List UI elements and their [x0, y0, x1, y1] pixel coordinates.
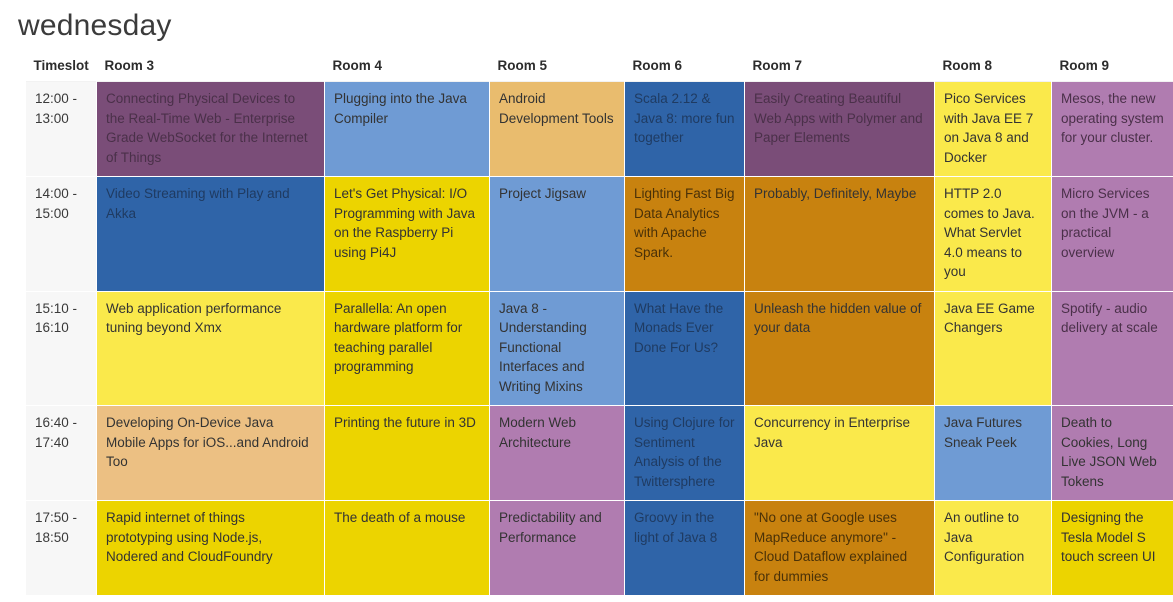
session-title: Predictability and Performance — [499, 510, 602, 545]
session-title: Developing On-Device Java Mobile Apps fo… — [106, 415, 309, 469]
session-title: Death to Cookies, Long Live JSON Web Tok… — [1061, 415, 1157, 489]
session-cell[interactable]: Let's Get Physical: I/O Programming with… — [324, 176, 490, 292]
column-header-room-6: Room 6 — [624, 54, 745, 82]
session-cell[interactable]: What Have the Monads Ever Done For Us? — [624, 290, 745, 406]
session-title: Project Jigsaw — [499, 186, 587, 201]
session-cell[interactable]: Video Streaming with Play and Akka — [96, 176, 325, 292]
session-cell[interactable]: Concurrency in Enterprise Java — [744, 405, 935, 501]
session-title: The death of a mouse — [334, 510, 466, 525]
session-title: Java Futures Sneak Peek — [944, 415, 1023, 450]
session-title: Java 8 - Understanding Functional Interf… — [499, 300, 587, 394]
session-cell[interactable]: Easily Creating Beautiful Web Apps with … — [744, 81, 935, 177]
table-row: 12:00 - 13:00 Connecting Physical Devices… — [25, 81, 1173, 177]
session-title: Spotify - audio delivery at scale — [1061, 300, 1158, 336]
column-header-room-9: Room 9 — [1051, 54, 1173, 82]
column-header-room-8: Room 8 — [934, 54, 1052, 82]
session-cell[interactable]: Using Clojure for Sentiment Analysis of … — [624, 405, 745, 501]
column-header-room-5: Room 5 — [489, 54, 625, 82]
page-title: wednesday — [18, 9, 172, 42]
table-row: 16:40 - 17:40 Developing On-Device Java M… — [25, 405, 1173, 501]
session-cell[interactable]: Web application performance tuning beyon… — [96, 290, 325, 406]
timeslot-cell: 12:00 - 13:00 — [25, 81, 97, 177]
session-title: Printing the future in 3D — [334, 415, 476, 430]
session-title: An outline to Java Configuration — [944, 510, 1025, 564]
session-cell[interactable]: Designing the Tesla Model S touch screen… — [1051, 500, 1173, 596]
session-title: "No one at Google uses MapReduce anymore… — [754, 510, 908, 584]
session-cell[interactable]: Project Jigsaw — [489, 176, 625, 292]
session-title: Easily Creating Beautiful Web Apps with … — [754, 91, 923, 145]
session-cell[interactable]: "No one at Google uses MapReduce anymore… — [744, 500, 935, 596]
session-cell[interactable]: An outline to Java Configuration — [934, 500, 1052, 596]
table-row: 15:10 - 16:10 Web application performance… — [25, 290, 1173, 406]
session-cell[interactable]: Rapid internet of things prototyping usi… — [96, 500, 325, 596]
column-header-room-3: Room 3 — [96, 54, 325, 82]
session-title: Unleash the hidden value of your data — [754, 300, 922, 336]
session-title: Groovy in the light of Java 8 — [634, 510, 718, 545]
session-title: Parallella: An open hardware platform fo… — [334, 300, 463, 375]
column-header-room-4: Room 4 — [324, 54, 490, 82]
session-title: Lighting Fast Big Data Analytics with Ap… — [634, 186, 735, 260]
session-title: Plugging into the Java Compiler — [334, 91, 467, 126]
session-title: Video Streaming with Play and Akka — [106, 186, 290, 221]
session-title: HTTP 2.0 comes to Java. What Servlet 4.0… — [944, 186, 1035, 279]
session-cell[interactable]: Probably, Definitely, Maybe — [744, 176, 935, 292]
session-cell[interactable]: Java Futures Sneak Peek — [934, 405, 1052, 501]
session-title: Designing the Tesla Model S touch screen… — [1061, 510, 1156, 564]
session-title: Android Development Tools — [499, 91, 614, 126]
session-cell[interactable]: The death of a mouse — [324, 500, 490, 596]
session-title: Mesos, the new operating system for your… — [1061, 91, 1164, 145]
session-cell[interactable]: Spotify - audio delivery at scale — [1051, 290, 1173, 406]
session-title: Modern Web Architecture — [499, 415, 577, 450]
schedule-page: wednesday Timeslot Room 3 Room 4 Room 5 … — [0, 0, 1173, 602]
header-row: Timeslot Room 3 Room 4 Room 5 Room 6 Roo… — [25, 54, 1173, 82]
session-cell[interactable]: Groovy in the light of Java 8 — [624, 500, 745, 596]
session-cell[interactable]: Connecting Physical Devices to the Real-… — [96, 81, 325, 177]
session-cell[interactable]: HTTP 2.0 comes to Java. What Servlet 4.0… — [934, 176, 1052, 292]
session-cell[interactable]: Java 8 - Understanding Functional Interf… — [489, 290, 625, 406]
session-title: Java EE Game Changers — [944, 300, 1035, 336]
session-cell[interactable]: Java EE Game Changers — [934, 290, 1052, 406]
timeslot-cell: 16:40 - 17:40 — [25, 405, 97, 501]
schedule-table: Timeslot Room 3 Room 4 Room 5 Room 6 Roo… — [25, 54, 1173, 596]
session-title: Using Clojure for Sentiment Analysis of … — [634, 415, 735, 489]
session-cell[interactable]: Predictability and Performance — [489, 500, 625, 596]
session-cell[interactable]: Parallella: An open hardware platform fo… — [324, 290, 490, 406]
session-cell[interactable]: Modern Web Architecture — [489, 405, 625, 501]
table-row: 17:50 - 18:50 Rapid internet of things pr… — [25, 500, 1173, 596]
timeslot-cell: 17:50 - 18:50 — [25, 500, 97, 596]
table-row: 14:00 - 15:00 Video Streaming with Play a… — [25, 176, 1173, 292]
session-cell[interactable]: Scala 2.12 & Java 8: more fun together — [624, 81, 745, 177]
session-cell[interactable]: Micro Services on the JVM - a practical … — [1051, 176, 1173, 292]
session-title: Pico Services with Java EE 7 on Java 8 a… — [944, 91, 1034, 165]
session-title: Let's Get Physical: I/O Programming with… — [334, 186, 476, 260]
session-title: Web application performance tuning beyon… — [106, 300, 282, 336]
schedule-table-body: 12:00 - 13:00 Connecting Physical Devices… — [25, 81, 1173, 596]
session-title: Connecting Physical Devices to the Real-… — [106, 91, 308, 165]
session-title: Rapid internet of things prototyping usi… — [106, 510, 273, 564]
session-cell[interactable]: Pico Services with Java EE 7 on Java 8 a… — [934, 81, 1052, 177]
timeslot-cell: 14:00 - 15:00 — [25, 176, 97, 292]
column-header-room-7: Room 7 — [744, 54, 935, 82]
session-cell[interactable]: Lighting Fast Big Data Analytics with Ap… — [624, 176, 745, 292]
timeslot-cell: 15:10 - 16:10 — [25, 290, 97, 406]
session-cell[interactable]: Android Development Tools — [489, 81, 625, 177]
session-cell[interactable]: Printing the future in 3D — [324, 405, 490, 501]
session-title: What Have the Monads Ever Done For Us? — [634, 300, 724, 355]
session-cell[interactable]: Death to Cookies, Long Live JSON Web Tok… — [1051, 405, 1173, 501]
session-cell[interactable]: Plugging into the Java Compiler — [324, 81, 490, 177]
schedule-table-head: Timeslot Room 3 Room 4 Room 5 Room 6 Roo… — [25, 54, 1173, 82]
session-cell[interactable]: Unleash the hidden value of your data — [744, 290, 935, 406]
session-title: Micro Services on the JVM - a practical … — [1061, 186, 1150, 260]
session-title: Concurrency in Enterprise Java — [754, 415, 911, 450]
session-title: Probably, Definitely, Maybe — [754, 186, 917, 201]
column-header-timeslot: Timeslot — [25, 54, 97, 82]
session-cell[interactable]: Developing On-Device Java Mobile Apps fo… — [96, 405, 325, 501]
session-title: Scala 2.12 & Java 8: more fun together — [634, 91, 735, 145]
session-cell[interactable]: Mesos, the new operating system for your… — [1051, 81, 1173, 177]
